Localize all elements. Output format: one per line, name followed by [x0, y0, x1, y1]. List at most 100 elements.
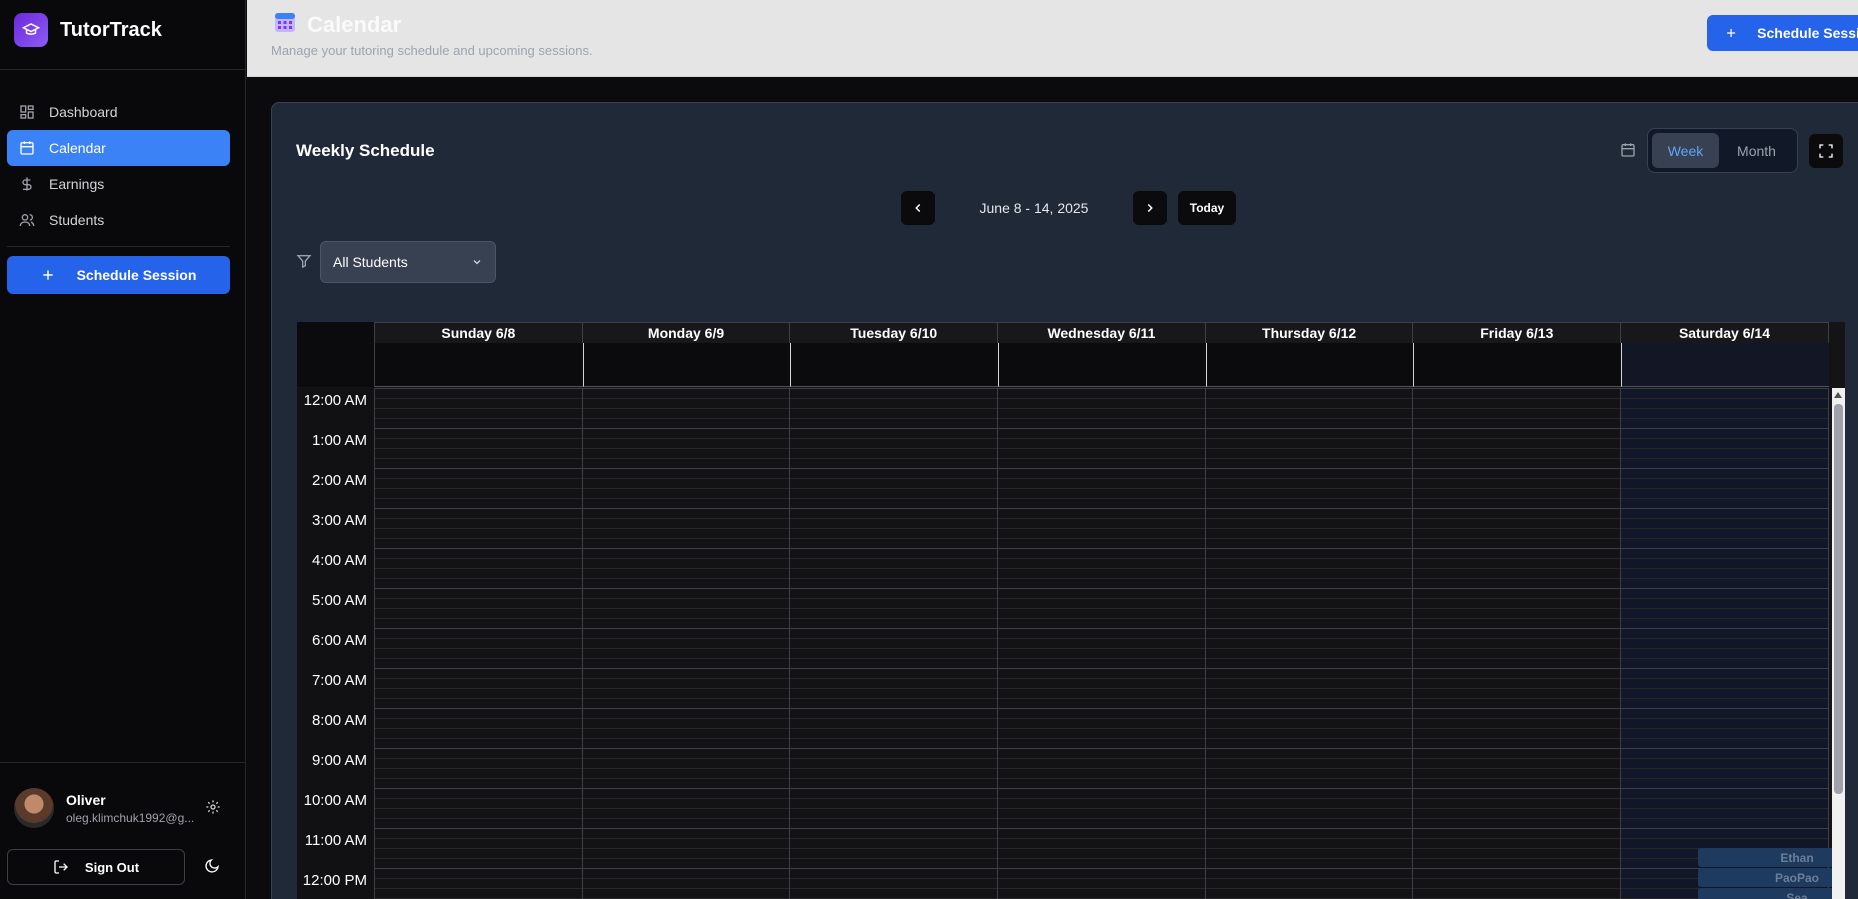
brand[interactable]: TutorTrack — [14, 12, 162, 48]
users-icon — [19, 214, 35, 227]
day-columns — [375, 388, 1829, 899]
moon-icon[interactable] — [204, 858, 220, 879]
day-column-tuesday[interactable] — [790, 388, 999, 899]
all-day-cell[interactable] — [998, 343, 1206, 387]
day-headers: Sunday 6/8 Monday 6/9 Tuesday 6/10 Wedne… — [375, 322, 1829, 343]
all-day-cell[interactable] — [582, 343, 791, 387]
calendar-grid: Sunday 6/8 Monday 6/9 Tuesday 6/10 Wedne… — [297, 322, 1845, 899]
plus-icon — [42, 270, 53, 280]
time-label: 10:00 AM — [303, 792, 367, 809]
all-day-cell[interactable] — [375, 343, 583, 387]
time-label: 7:00 AM — [311, 672, 367, 689]
all-day-cell[interactable] — [790, 343, 999, 387]
divider — [7, 246, 230, 247]
day-column-thursday[interactable] — [1205, 388, 1414, 899]
chevron-left-icon — [915, 203, 921, 213]
sign-out-button[interactable]: Sign Out — [7, 849, 185, 885]
chevron-right-icon — [1147, 203, 1153, 213]
schedule-session-button[interactable]: Schedule Session — [7, 256, 230, 294]
sidebar: TutorTrack Dashboard Calendar Earnings S… — [0, 0, 246, 899]
graduation-cap-icon — [14, 13, 48, 47]
header-schedule-session-label: Schedule Session — [1757, 25, 1858, 41]
calendar-icon — [20, 141, 34, 155]
time-label: 4:00 AM — [311, 552, 367, 569]
sidebar-item-dashboard[interactable]: Dashboard — [7, 94, 230, 130]
previous-week-button[interactable] — [901, 191, 935, 225]
page-subtitle: Manage your tutoring schedule and upcomi… — [271, 43, 593, 58]
student-filter-select[interactable]: All Students — [320, 241, 496, 283]
sidebar-item-label: Students — [49, 212, 105, 228]
scroll-up-arrow[interactable] — [1834, 392, 1842, 398]
calendar-emoji-icon — [273, 10, 297, 39]
day-column-sunday[interactable] — [375, 388, 583, 899]
calendar-icon — [1620, 142, 1636, 163]
user-profile[interactable]: Oliver oleg.klimchuk1992@g... — [14, 788, 194, 828]
grid-icon — [20, 105, 34, 119]
schedule-session-label: Schedule Session — [76, 267, 197, 283]
time-label: 6:00 AM — [311, 632, 367, 649]
time-gutter: 12:00 AM 1:00 AM 2:00 AM 3:00 AM 4:00 AM… — [297, 388, 375, 899]
day-header-tuesday: Tuesday 6/10 — [790, 323, 999, 343]
user-email: oleg.klimchuk1992@g... — [66, 810, 195, 825]
day-header-sunday: Sunday 6/8 — [375, 323, 583, 343]
gear-icon[interactable] — [205, 799, 221, 820]
day-column-monday[interactable] — [582, 388, 791, 899]
sidebar-item-label: Calendar — [49, 140, 106, 156]
sign-out-label: Sign Out — [84, 859, 140, 875]
divider — [0, 762, 246, 763]
session-event[interactable]: PaoPao — [1698, 868, 1845, 887]
view-toggle: Week Month — [1647, 128, 1798, 173]
sidebar-item-label: Dashboard — [49, 104, 118, 120]
time-grid: 12:00 AM 1:00 AM 2:00 AM 3:00 AM 4:00 AM… — [297, 388, 1845, 899]
page-header: Calendar Manage your tutoring schedule a… — [247, 0, 1858, 77]
day-header-thursday: Thursday 6/12 — [1206, 323, 1414, 343]
week-view-button[interactable]: Week — [1652, 133, 1719, 168]
time-label: 9:00 AM — [311, 752, 367, 769]
day-header-wednesday: Wednesday 6/11 — [998, 323, 1206, 343]
all-day-cell[interactable] — [1205, 343, 1414, 387]
time-label: 5:00 AM — [311, 592, 367, 609]
session-event[interactable]: Sea — [1698, 888, 1845, 899]
card-title: Weekly Schedule — [296, 141, 435, 160]
plus-icon — [1727, 28, 1736, 38]
time-label: 11:00 AM — [304, 832, 367, 849]
day-column-saturday[interactable] — [1621, 388, 1829, 899]
sidebar-item-label: Earnings — [49, 176, 105, 192]
chevron-down-icon — [473, 260, 481, 265]
fullscreen-icon[interactable] — [1809, 134, 1843, 168]
filter-icon — [296, 253, 312, 274]
sidebar-item-calendar[interactable]: Calendar — [7, 130, 230, 166]
time-label: 12:00 AM — [303, 392, 367, 409]
time-label: 12:00 PM — [302, 872, 367, 889]
day-header-saturday: Saturday 6/14 — [1621, 323, 1829, 343]
header-schedule-session-button[interactable]: Schedule Session — [1707, 15, 1858, 51]
month-view-button[interactable]: Month — [1723, 133, 1790, 168]
time-label: 1:00 AM — [311, 432, 367, 449]
sidebar-item-students[interactable]: Students — [7, 202, 230, 238]
all-day-cell[interactable] — [1413, 343, 1622, 387]
date-navigation: June 8 - 14, 2025 Today — [901, 191, 1236, 225]
all-day-cell[interactable] — [1621, 343, 1829, 387]
scroll-thumb[interactable] — [1834, 404, 1843, 794]
today-button[interactable]: Today — [1178, 191, 1236, 225]
brand-name: TutorTrack — [60, 18, 162, 41]
day-column-wednesday[interactable] — [998, 388, 1206, 899]
grid-scrollbar[interactable] — [1832, 388, 1845, 899]
sidebar-item-earnings[interactable]: Earnings — [7, 166, 230, 202]
day-header-monday: Monday 6/9 — [583, 323, 791, 343]
logout-icon — [54, 860, 68, 874]
day-column-friday[interactable] — [1413, 388, 1622, 899]
divider — [0, 69, 246, 70]
page-title: Calendar — [307, 11, 402, 37]
date-range: June 8 - 14, 2025 — [979, 200, 1089, 216]
day-header-friday: Friday 6/13 — [1413, 323, 1622, 343]
app-root: TutorTrack Dashboard Calendar Earnings S… — [0, 0, 1858, 899]
session-event[interactable]: Ethan — [1698, 848, 1845, 867]
all-day-row — [375, 343, 1829, 387]
student-filter-value: All Students — [333, 254, 408, 270]
grid-corner — [297, 322, 375, 387]
avatar — [14, 788, 54, 828]
page-title-row: Calendar — [273, 10, 401, 39]
next-week-button[interactable] — [1133, 191, 1167, 225]
time-label: 3:00 AM — [311, 512, 367, 529]
